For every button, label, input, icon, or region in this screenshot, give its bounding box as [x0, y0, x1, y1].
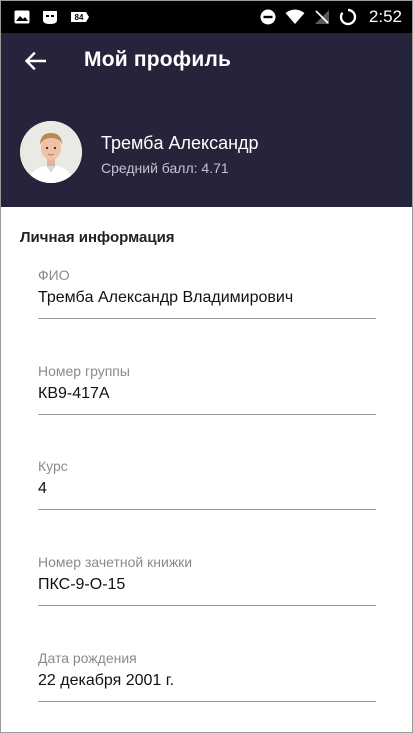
- wifi-icon: [285, 8, 305, 26]
- field-divider: [38, 318, 376, 319]
- app-icon: [41, 8, 59, 26]
- status-bar-left: 84: [13, 1, 91, 33]
- notification-count-icon: 84: [69, 8, 91, 26]
- battery-icon: [339, 8, 357, 26]
- field-divider: [38, 414, 376, 415]
- field-label: ФИО: [38, 267, 70, 283]
- personal-info-section: Личная информация ФИО Трембa Александр В…: [1, 207, 412, 732]
- status-time: 2:52: [368, 7, 402, 26]
- field-value: 22 декабря 2001 г.: [38, 672, 175, 689]
- field-label: Номер зачетной книжки: [38, 554, 193, 570]
- field-value: 4: [38, 480, 47, 497]
- field-record-book-number[interactable]: Номер зачетной книжки ПКС-9-О-15: [38, 554, 376, 626]
- screen: 84 2:52 Мой профиль Трембa Александр Сре…: [0, 0, 413, 733]
- field-divider: [38, 509, 376, 510]
- do-not-disturb-icon: [259, 8, 277, 26]
- user-name: Трембa Александр: [101, 133, 259, 153]
- back-button[interactable]: [15, 47, 55, 79]
- field-value: Трембa Александр Владимирович: [38, 289, 294, 306]
- profile-header: Мой профиль Трембa Александр Средний бал…: [1, 33, 412, 207]
- page-title: Мой профиль: [84, 48, 232, 71]
- status-bar-right: 2:52: [259, 1, 402, 33]
- field-birth-date[interactable]: Дата рождения 22 декабря 2001 г.: [38, 650, 376, 722]
- section-title: Личная информация: [20, 229, 175, 246]
- field-divider: [38, 701, 376, 702]
- avatar: [20, 121, 82, 183]
- field-label: Номер группы: [38, 363, 130, 379]
- field-group-number[interactable]: Номер группы КВ9-417А: [38, 363, 376, 435]
- signal-icon: [313, 8, 331, 26]
- status-bar: 84 2:52: [1, 1, 412, 33]
- field-label: Курс: [38, 458, 68, 474]
- field-full-name[interactable]: ФИО Трембa Александр Владимирович: [38, 267, 376, 339]
- field-course[interactable]: Курс 4: [38, 458, 376, 530]
- notification-badge-text: 84: [75, 13, 84, 22]
- field-value: ПКС-9-О-15: [38, 576, 126, 593]
- arrow-left-icon: [24, 51, 47, 75]
- field-label: Дата рождения: [38, 650, 137, 666]
- field-divider: [38, 605, 376, 606]
- image-icon: [13, 8, 31, 26]
- user-gpa: Средний балл: 4.71: [101, 160, 229, 176]
- field-value: КВ9-417А: [38, 385, 110, 402]
